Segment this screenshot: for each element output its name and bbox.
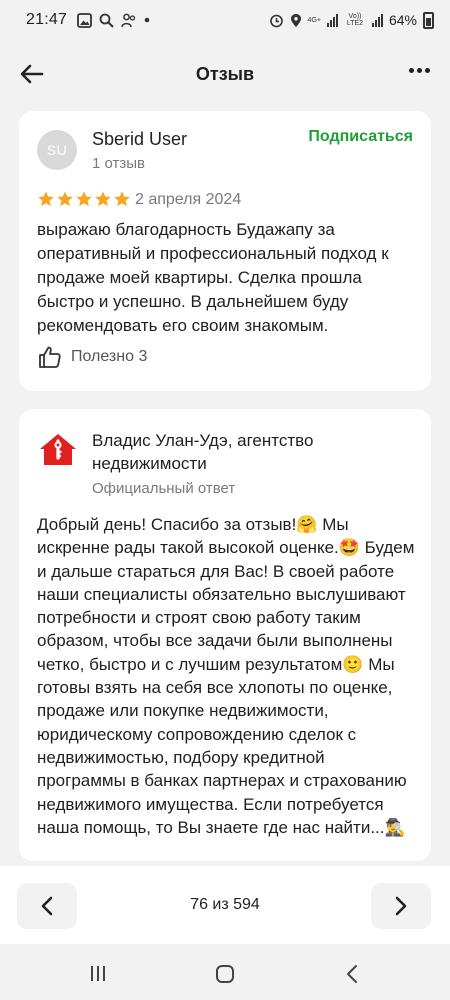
network-4g: 4G+ <box>307 16 321 24</box>
avatar[interactable]: SU <box>37 130 77 170</box>
review-author[interactable]: Sberid User <box>92 129 187 150</box>
agency-name[interactable]: Владис Улан-Удэ, агентство недвижимости <box>92 429 412 475</box>
system-nav-bar <box>0 944 450 1000</box>
back-button[interactable] <box>18 60 48 88</box>
review-pager: 76 из 594 <box>0 866 450 944</box>
signal-icon <box>326 13 338 27</box>
recents-button[interactable] <box>91 966 105 981</box>
reply-card: Владис Улан-Удэ, агентство недвижимости … <box>19 409 431 861</box>
people-icon <box>121 13 136 27</box>
battery-percent: 64% <box>388 12 417 28</box>
reply-text: Добрый день! Спасибо за отзыв!🤗 Мы искре… <box>37 515 415 837</box>
useful-button[interactable]: Полезно 3 <box>37 344 147 370</box>
home-button[interactable] <box>216 965 234 983</box>
author-reviews-count: 1 отзыв <box>92 155 146 172</box>
rating-stars <box>37 190 131 208</box>
official-reply-label: Официальный ответ <box>92 480 236 497</box>
gallery-icon <box>77 12 92 28</box>
signal-icon-2 <box>371 13 383 27</box>
subscribe-button[interactable]: Подписаться <box>308 128 413 146</box>
status-bar: 21:47 4G+ Vo)) LTE2 64% <box>0 0 450 40</box>
status-time: 21:47 <box>26 11 68 28</box>
review-text: выражаю благодарность Будажапу за операт… <box>37 220 389 335</box>
alarm-icon <box>269 14 283 27</box>
agency-logo-icon <box>40 434 76 465</box>
star-icon <box>114 191 130 207</box>
search-icon <box>99 13 114 28</box>
chevron-right-icon <box>395 896 407 916</box>
useful-label: Полезно 3 <box>71 348 148 365</box>
battery-icon <box>423 11 434 29</box>
review-date: 2 апреля 2024 <box>135 191 242 208</box>
nav-back-icon[interactable] <box>345 964 359 984</box>
more-dots-icon <box>409 68 414 73</box>
star-icon <box>76 191 92 207</box>
dot-icon <box>144 17 150 23</box>
more-button[interactable] <box>409 68 430 73</box>
star-icon <box>38 191 54 207</box>
network-volte: Vo)) LTE2 <box>346 13 364 27</box>
page-title: Отзыв <box>195 63 255 84</box>
next-review-button[interactable] <box>371 883 431 929</box>
star-icon <box>95 191 111 207</box>
star-icon <box>57 191 73 207</box>
review-card: SU Sberid User 1 отзыв Подписаться 2 апр… <box>19 111 431 391</box>
arrow-left-icon <box>20 64 44 84</box>
status-right: 4G+ Vo)) LTE2 64% <box>269 11 434 29</box>
notification-icons <box>77 12 150 28</box>
app-bar: Отзыв <box>0 46 450 102</box>
thumbs-up-icon <box>39 346 61 368</box>
location-icon <box>290 13 301 27</box>
